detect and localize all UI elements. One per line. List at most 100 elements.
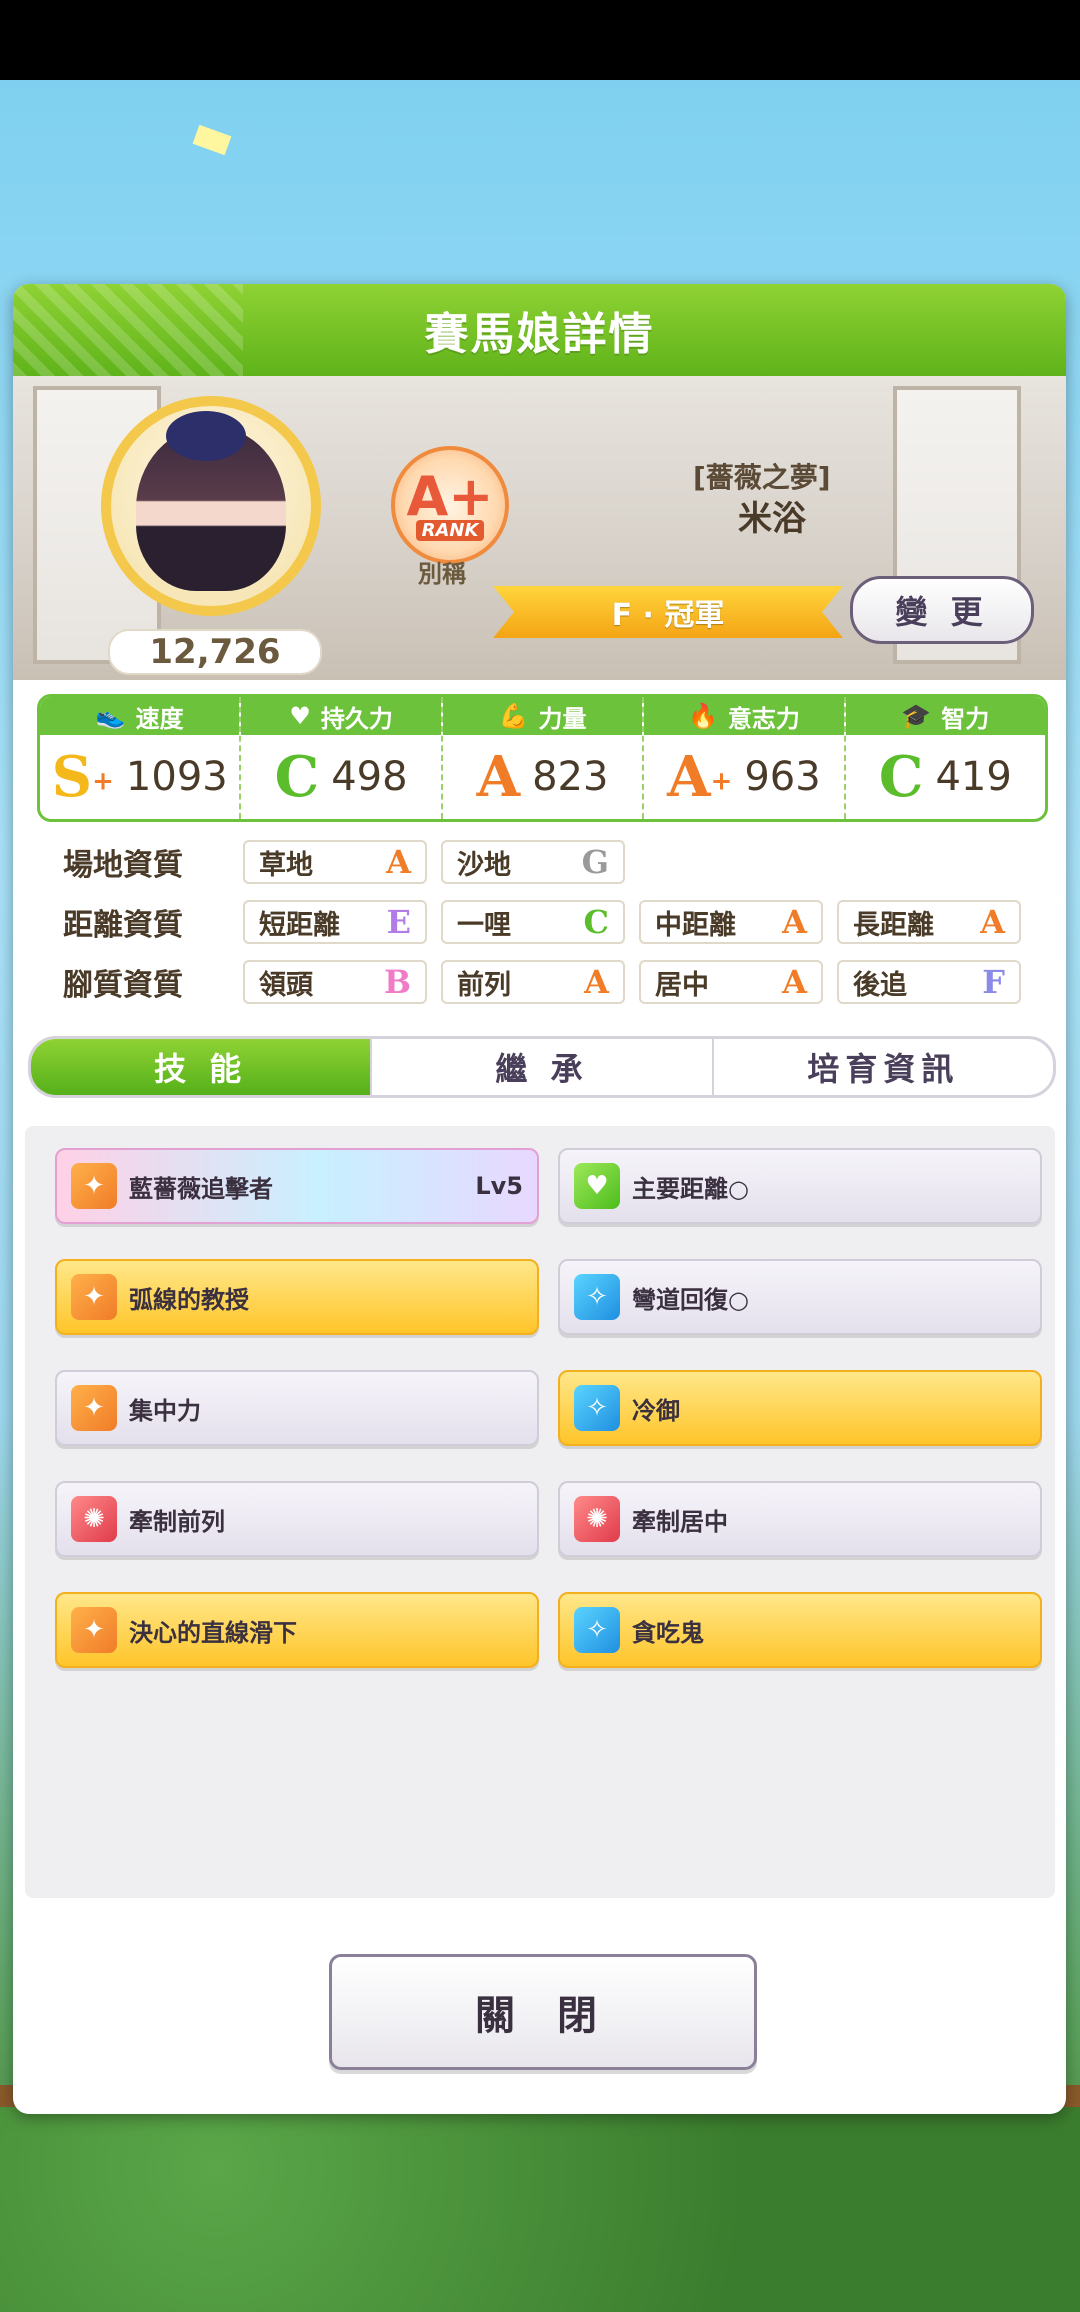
stat-header: 🔥 意志力 (644, 697, 844, 735)
stat-name: 意志力 (727, 704, 800, 733)
skill-icon: ♥ (574, 1163, 620, 1209)
aptitude-grade: C (583, 903, 609, 941)
aptitude-late-surger: 居中 A (639, 960, 823, 1004)
stat-column: ♥ 持久力 C 498 (241, 697, 443, 819)
aptitude-grade: A (584, 963, 609, 1001)
stat-grade-plus: + (92, 766, 114, 797)
stat-column: 🔥 意志力 A+ 963 (644, 697, 846, 819)
aptitude-grade: A (782, 903, 807, 941)
stat-grade: A (477, 749, 520, 805)
stat-name: 持久力 (320, 704, 393, 733)
confetti (192, 124, 232, 156)
stat-value: 823 (532, 754, 609, 800)
skill-icon: ✦ (71, 1163, 117, 1209)
track-aptitude-row: 場地資質 草地 A 沙地 G (63, 836, 1063, 888)
stat-grade: A+ (667, 749, 732, 805)
aptitude-grade: F (982, 963, 1005, 1001)
rank-word: RANK (415, 519, 485, 541)
skill-level: Lv5 (475, 1172, 523, 1200)
tab-inheritance[interactable]: 繼 承 (372, 1039, 714, 1095)
distance-aptitude-label: 距離資質 (63, 908, 183, 943)
skill-name: 貪吃鬼 (632, 1618, 704, 1647)
stat-grade-letter: A (667, 744, 711, 810)
aptitude-name: 中距離 (655, 909, 736, 941)
stat-header: 👟 速度 (40, 697, 240, 735)
evaluation-score: 12,726 (108, 629, 322, 675)
stat-body: A+ 963 (644, 735, 843, 819)
aptitude-grade: G (581, 843, 609, 881)
style-aptitude-row: 腳質資質 領頭 B 前列 A 居中 A 後追 F (63, 956, 1063, 1008)
skill-name: 牽制居中 (632, 1507, 728, 1536)
stat-value: 498 (331, 754, 408, 800)
skill-item[interactable]: ✺ 牽制居中 (558, 1481, 1042, 1557)
shoe-icon: 👟 (95, 702, 126, 730)
aptitude-front-runner: 領頭 B (243, 960, 427, 1004)
skill-item[interactable]: ✧ 冷御 (558, 1370, 1042, 1446)
skill-name: 弧線的教授 (129, 1285, 249, 1314)
skill-item[interactable]: ✦ 弧線的教授 (55, 1259, 539, 1335)
skill-item[interactable]: ✦ 集中力 (55, 1370, 539, 1446)
skill-item[interactable]: ✧ 彎道回復○ (558, 1259, 1042, 1335)
stat-grade: C (879, 749, 924, 805)
aptitude-mile: 一哩 C (441, 900, 625, 944)
aptitude-name: 沙地 (457, 849, 511, 881)
stat-body: S+ 1093 (40, 735, 239, 819)
aptitude-sprint: 短距離 E (243, 900, 427, 944)
aptitude-grade: A (782, 963, 807, 1001)
stat-name: 智力 (941, 704, 990, 733)
horse-girl-detail-modal: 賽馬娘詳情 12,726 A+ RANK 別稱 [薔薇之夢] 米浴 F · 冠軍… (13, 284, 1066, 2114)
skill-item[interactable]: ♥ 主要距離○ (558, 1148, 1042, 1224)
skill-name: 決心的直線滑下 (129, 1618, 297, 1647)
close-button[interactable]: 關 閉 (329, 1954, 757, 2070)
modal-header: 賽馬娘詳情 (13, 284, 1066, 376)
grass (0, 2107, 1080, 2312)
aptitude-long: 長距離 A (837, 900, 1021, 944)
aptitude-grade: B (383, 963, 411, 1001)
aptitude-name: 後追 (853, 969, 907, 1001)
skill-item[interactable]: ✦ 藍薔薇追擊者 Lv5 (55, 1148, 539, 1224)
costume-title: [薔薇之夢] (693, 461, 831, 494)
skill-name: 彎道回復○ (632, 1285, 749, 1314)
stat-header: ♥ 持久力 (241, 697, 441, 735)
skill-name: 主要距離○ (632, 1174, 749, 1203)
skill-item[interactable]: ✧ 貪吃鬼 (558, 1592, 1042, 1668)
stat-grade-letter: C (274, 744, 320, 810)
skill-icon: ✦ (71, 1274, 117, 1320)
stat-column: 🎓 智力 C 419 (845, 697, 1045, 819)
aptitude-end-closer: 後追 F (837, 960, 1021, 1004)
aptitude-name: 居中 (655, 969, 709, 1001)
stat-value: 419 (935, 754, 1012, 800)
aptitude-grade: E (386, 903, 411, 941)
stat-grade-letter: A (476, 744, 521, 810)
stat-grade-letter: S (51, 744, 93, 810)
detail-tabs: 技 能 繼 承 培育資訊 (28, 1036, 1056, 1098)
stat-name: 力量 (538, 704, 587, 733)
aptitude-name: 一哩 (457, 909, 511, 941)
stat-body: C 498 (241, 735, 440, 819)
aptitude-turf: 草地 A (243, 840, 427, 884)
skill-icon: ✧ (574, 1385, 620, 1431)
tab-skills[interactable]: 技 能 (31, 1039, 373, 1095)
stat-grade-plus: + (710, 766, 733, 797)
tab-training-info[interactable]: 培育資訊 (714, 1039, 1053, 1095)
character-portrait[interactable] (101, 396, 321, 616)
skill-icon: ✦ (71, 1607, 117, 1653)
stat-header: 💪 力量 (442, 697, 643, 735)
profile-panel: 12,726 A+ RANK 別稱 [薔薇之夢] 米浴 F · 冠軍 變 更 (13, 376, 1066, 680)
aptitude-name: 草地 (259, 849, 313, 881)
aptitude-name: 短距離 (259, 909, 340, 941)
aptitude-pace-chaser: 前列 A (441, 960, 625, 1004)
skill-item[interactable]: ✺ 牽制前列 (55, 1481, 539, 1557)
stat-grade-letter: C (878, 744, 924, 810)
stat-column: 👟 速度 S+ 1093 (40, 697, 242, 819)
stat-body: A 823 (443, 735, 642, 819)
aptitude-name: 長距離 (853, 909, 934, 941)
skill-name: 藍薔薇追擊者 (129, 1174, 273, 1203)
hat-icon (166, 411, 246, 461)
stat-name: 速度 (135, 704, 184, 733)
skill-item[interactable]: ✦ 決心的直線滑下 (55, 1592, 539, 1668)
change-title-button[interactable]: 變 更 (850, 576, 1034, 644)
alias-label: 別稱 (418, 560, 466, 588)
aptitude-name: 領頭 (259, 969, 313, 1001)
aptitude-dirt: 沙地 G (441, 840, 625, 884)
